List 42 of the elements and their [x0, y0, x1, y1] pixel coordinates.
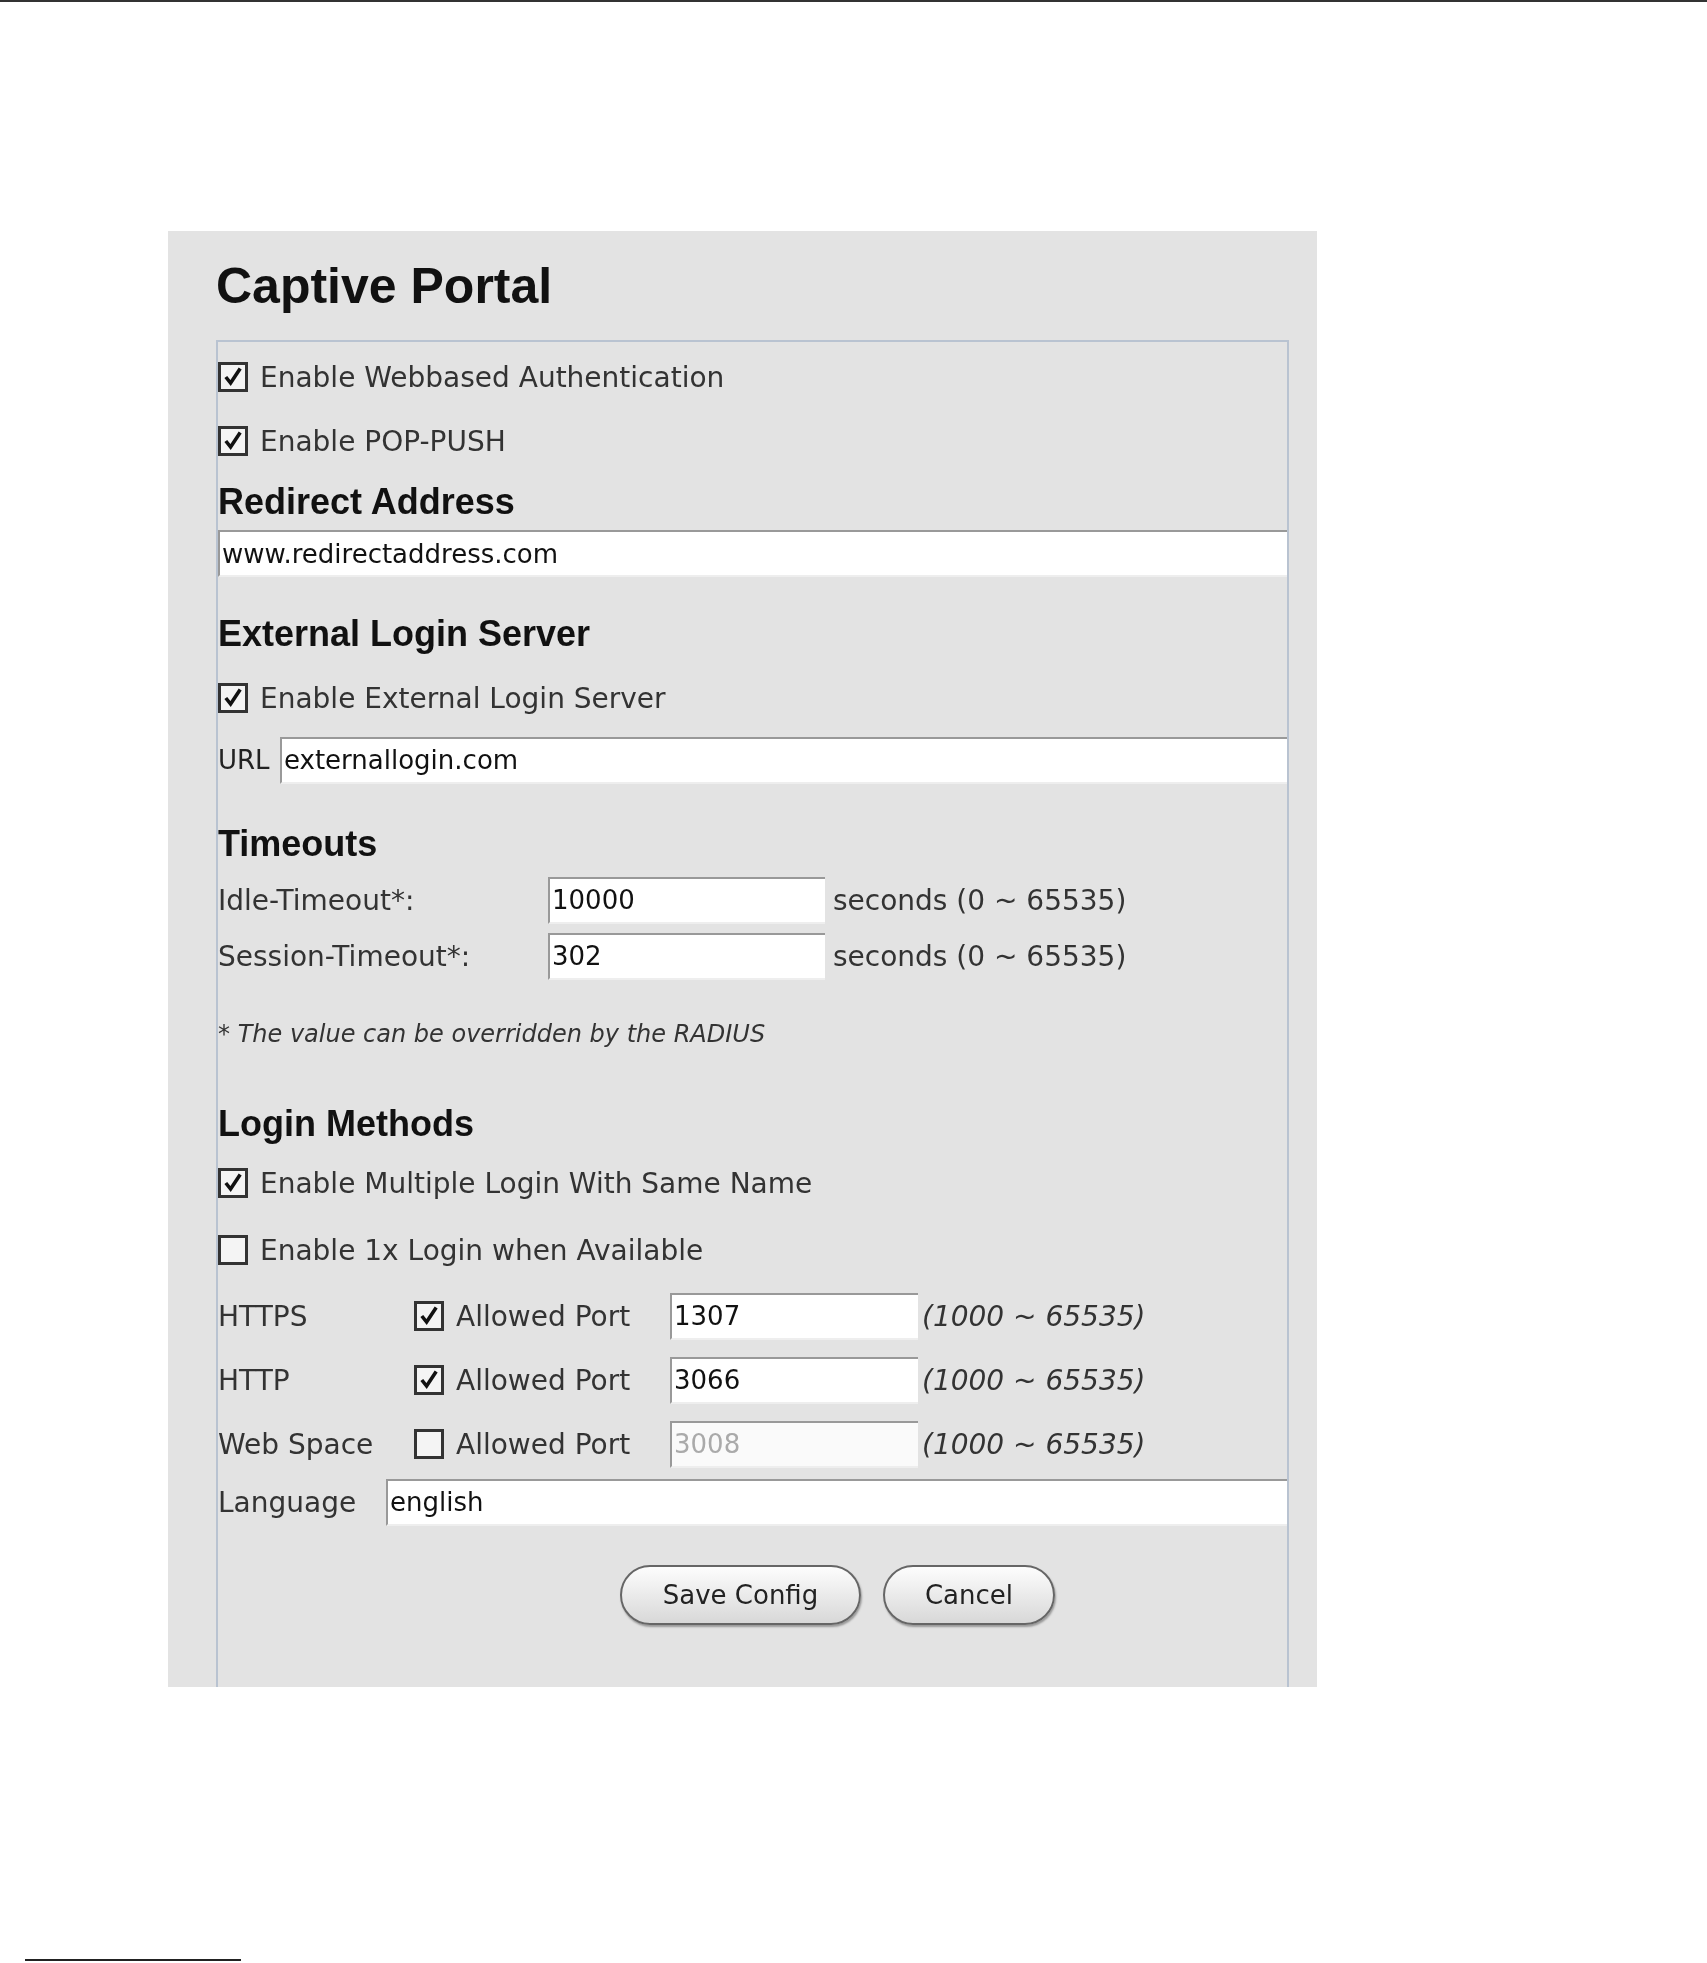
checkbox-label: Allowed Port — [456, 1427, 632, 1461]
section-heading: External Login Server — [218, 611, 592, 656]
input-field[interactable]: externallogin.com — [280, 736, 1287, 784]
range-text: (1000 ~ 65535) — [922, 1299, 1146, 1333]
unit-text: seconds (0 ~ 65535) — [833, 883, 1127, 917]
form-button[interactable]: Cancel — [883, 1565, 1055, 1625]
checkbox[interactable] — [414, 1301, 444, 1331]
footnote: * The value can be overridden by the RADIUS — [218, 1019, 767, 1050]
input-field[interactable]: 10000 — [548, 876, 825, 924]
section-heading: Login Methods — [218, 1101, 475, 1146]
field-label: URL — [218, 745, 271, 775]
checkbox[interactable] — [218, 362, 248, 392]
checkbox-label: Enable External Login Server — [260, 681, 666, 715]
field-label: Session-Timeout*: — [218, 939, 472, 973]
input-field[interactable]: 302 — [548, 932, 825, 980]
unit-text: seconds (0 ~ 65535) — [833, 939, 1127, 973]
page-title: Captive Portal — [216, 256, 554, 316]
checkbox[interactable] — [414, 1365, 444, 1395]
checkbox-label: Enable 1x Login when Available — [260, 1233, 704, 1267]
range-text: (1000 ~ 65535) — [922, 1363, 1146, 1397]
checkbox[interactable] — [218, 683, 248, 713]
form-button[interactable]: Save Config — [620, 1565, 861, 1625]
checkbox[interactable] — [218, 426, 248, 456]
input-field[interactable]: 3066 — [670, 1356, 918, 1404]
checkbox-label: Enable POP-PUSH — [260, 424, 506, 458]
input-field[interactable]: www.redirectaddress.com — [218, 530, 1287, 577]
checkbox-label: Allowed Port — [456, 1363, 632, 1397]
section-heading: Redirect Address — [218, 479, 516, 524]
input-field[interactable]: 1307 — [670, 1292, 918, 1340]
field-label: Language — [218, 1485, 358, 1519]
protocol-label: HTTPS — [218, 1299, 309, 1333]
checkbox-label: Allowed Port — [456, 1299, 632, 1333]
checkbox-label: Enable Webbased Authentication — [260, 360, 725, 394]
checkbox[interactable] — [218, 1235, 248, 1265]
protocol-label: HTTP — [218, 1363, 291, 1397]
input-field[interactable]: english — [386, 1478, 1287, 1526]
field-label: Idle-Timeout*: — [218, 883, 416, 917]
range-text: (1000 ~ 65535) — [922, 1427, 1146, 1461]
checkbox[interactable] — [218, 1168, 248, 1198]
section-heading: Timeouts — [218, 821, 379, 866]
checkbox-label: Enable Multiple Login With Same Name — [260, 1166, 813, 1200]
protocol-label: Web Space — [218, 1427, 375, 1461]
